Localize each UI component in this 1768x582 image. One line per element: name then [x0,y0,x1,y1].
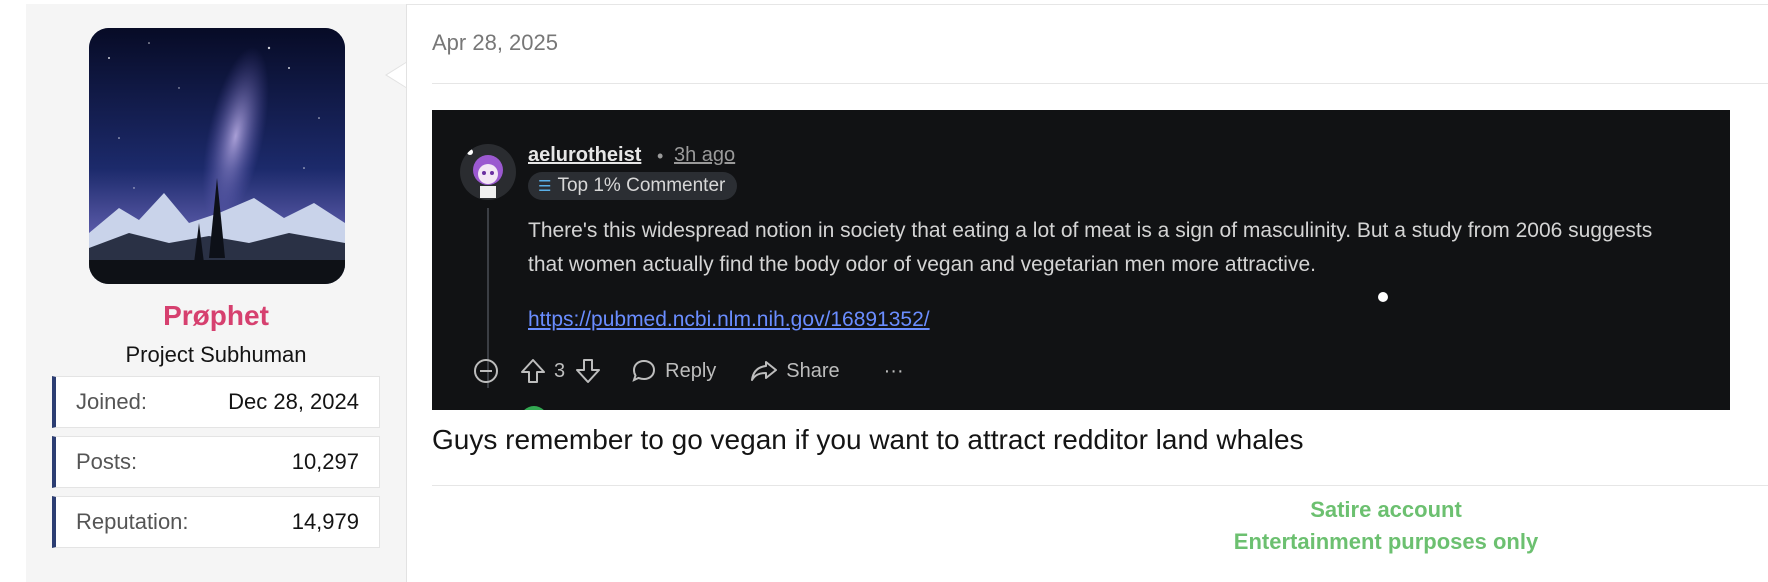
mouse-cursor-dot [1378,292,1388,302]
commenter-avatar [460,144,516,200]
meta-separator: • [657,146,664,166]
vote-count: 3 [554,359,566,382]
post-body-text: Guys remember to go vegan if you want to… [432,424,1304,455]
post-date[interactable]: Apr 28, 2025 [432,30,558,56]
stat-label: Reputation: [76,509,189,534]
downvote-icon [575,357,601,385]
stat-value: Dec 28, 2024 [228,389,359,414]
stat-joined: Joined: Dec 28, 2024 [52,376,380,428]
message-pointer [385,62,406,88]
user-title: Project Subhuman [125,342,307,367]
comment-time: 3h ago [674,144,736,166]
signature-divider [432,485,1768,486]
stat-posts: Posts: 10,297 [52,436,380,488]
reply-avatar-partial [520,406,548,410]
embedded-reddit-screenshot[interactable]: aelurotheist • 3h ago ☰ Top 1% Commenter… [432,110,1730,410]
post-header-divider [432,83,1768,84]
share-label: Share [786,359,840,382]
share-action: Share [750,358,840,384]
commenter-badge: ☰ Top 1% Commenter [528,172,738,200]
comment-bubble-icon [632,359,656,382]
upvote-icon [520,357,546,385]
stat-reputation: Reputation: 14,979 [52,496,380,548]
stat-value: 14,979 [291,509,359,534]
username[interactable]: Prøphet [26,300,406,332]
comment-link: https://pubmed.ncbi.nlm.nih.gov/16891352… [528,308,930,331]
signature-line-2: Entertainment purposes only [1233,529,1539,554]
commenter-username: aelurotheist [528,144,642,166]
book-icon: ☰ [538,178,552,195]
stat-label: Joined: [76,389,147,414]
stat-value: 10,297 [291,449,359,474]
avatar[interactable] [89,28,345,284]
signature: Satire account Entertainment purposes on… [1200,494,1572,558]
stat-label: Posts: [76,449,138,474]
comment-body: There's this widespread notion in societ… [528,219,1653,276]
avatar-image [89,28,345,284]
reply-action: Reply [631,358,716,384]
left-gutter [0,0,26,582]
more-options-icon: ··· [883,359,904,382]
share-icon [751,361,778,381]
reply-label: Reply [665,359,717,382]
badge-label: Top 1% Commenter [557,175,726,196]
comment-actions: 3 Reply Share ··· [472,354,904,388]
signature-line-1: Satire account [1310,497,1462,522]
collapse-icon [472,357,500,385]
